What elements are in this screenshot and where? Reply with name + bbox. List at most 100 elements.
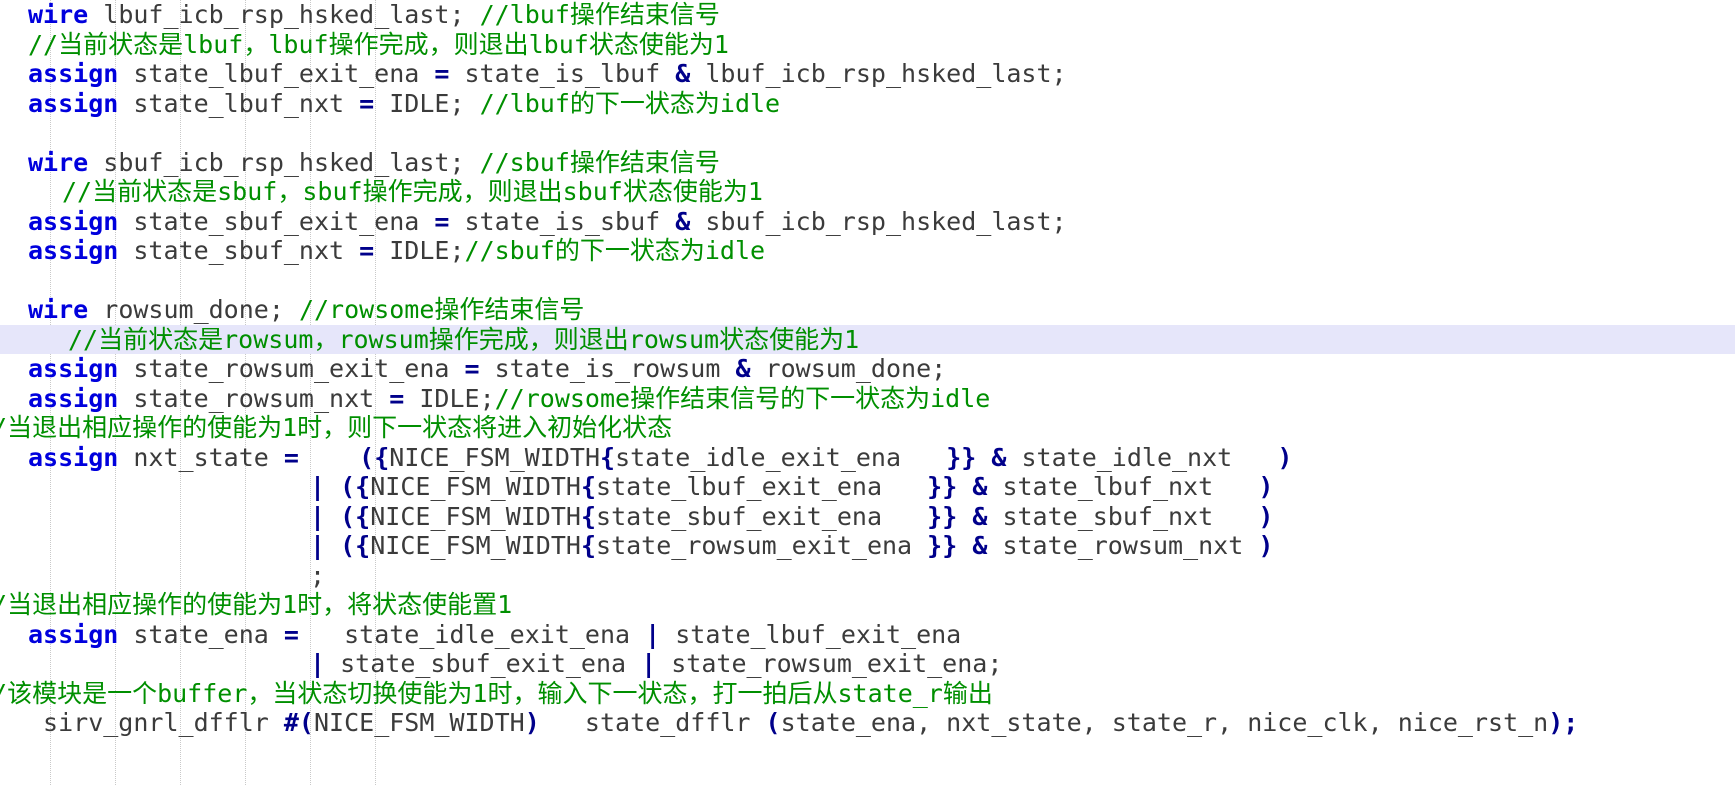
code-line[interactable]: wire sbuf_icb_rsp_hsked_last; //sbuf操作结束… xyxy=(0,148,1735,178)
code-token-id xyxy=(325,502,340,531)
code-token-cmt: //lbuf xyxy=(479,88,570,118)
code-token-cmt: 当退出相应操作的使能为 xyxy=(7,590,283,619)
code-token-id: state_idle_exit_ena xyxy=(298,619,646,649)
code-token-punct: ({ xyxy=(340,472,371,501)
code-token-id: state_rowsum_exit_ena; xyxy=(656,649,1003,678)
code-line[interactable]: assign state_ena = state_idle_exit_ena |… xyxy=(0,620,1735,650)
code-token-cmt: ， xyxy=(243,29,269,59)
code-token-id: state_rowsum_exit_ena xyxy=(596,531,928,560)
code-line[interactable]: wire lbuf_icb_rsp_hsked_last; //lbuf操作结束… xyxy=(0,0,1735,30)
code-token-id: state_rowsum_nxt xyxy=(118,383,390,413)
code-token-punct: ) xyxy=(1258,501,1274,531)
code-line[interactable]: assign state_rowsum_exit_ena = state_is_… xyxy=(0,354,1735,384)
code-line[interactable]: assign nxt_state = ({NICE_FSM_WIDTH{stat… xyxy=(0,443,1735,473)
code-line[interactable]: assign state_sbuf_nxt = IDLE;//sbuf的下一状态… xyxy=(0,236,1735,266)
code-token-kw: wire xyxy=(28,147,89,177)
code-line[interactable]: ; xyxy=(0,561,1735,591)
code-line[interactable]: | ({NICE_FSM_WIDTH{state_sbuf_exit_ena }… xyxy=(0,502,1735,532)
code-token-id xyxy=(325,472,340,501)
code-token-id: state_ena xyxy=(118,619,284,649)
code-line[interactable]: sirv_gnrl_dfflr #(NICE_FSM_WIDTH) state_… xyxy=(0,708,1735,738)
code-token-cmt: 操作结束信号 xyxy=(434,295,585,324)
code-line[interactable]: assign state_lbuf_exit_ena = state_is_lb… xyxy=(0,59,1735,89)
code-token-op: = xyxy=(434,59,450,88)
code-token-id: ; xyxy=(310,560,326,590)
code-token-cmt: //rowsome xyxy=(494,383,631,413)
code-token-id: state_sbuf_exit_ena xyxy=(118,206,435,236)
code-token-punct: { xyxy=(580,472,597,501)
code-token-cmt: 1 xyxy=(747,177,763,206)
code-line[interactable]: wire rowsum_done; //rowsome操作结束信号 xyxy=(0,295,1735,325)
code-token-cmt: //sbuf xyxy=(464,236,555,265)
code-token-cmt: 1 xyxy=(844,324,860,354)
code-token-cmt: 操作完成，则退出 xyxy=(328,29,529,59)
code-token-punct: ) xyxy=(1258,472,1274,501)
code-token-cmt: 时，则下一状态将进入初始化状态 xyxy=(297,413,673,442)
code-token-id: state_sbuf_exit_ena xyxy=(596,501,928,531)
code-token-cmt: //rowsome xyxy=(298,295,435,324)
code-token-kw: assign xyxy=(28,88,119,118)
code-token-id: state_rowsum_exit_ena xyxy=(118,354,465,383)
code-token-op: = xyxy=(389,383,405,413)
code-line[interactable]: | ({NICE_FSM_WIDTH{state_lbuf_exit_ena }… xyxy=(0,472,1735,502)
code-token-id: sbuf_icb_rsp_hsked_last; xyxy=(690,206,1067,236)
code-token-id: state_lbuf_exit_ena xyxy=(596,472,928,501)
code-token-cmt: //lbuf xyxy=(479,0,570,29)
code-token-punct: }} xyxy=(946,442,977,472)
code-token-id: nxt_state xyxy=(118,442,284,472)
code-line[interactable]: assign state_rowsum_nxt = IDLE;//rowsome… xyxy=(0,384,1735,414)
code-token-id: state_sbuf_exit_ena xyxy=(325,649,642,678)
code-token-cmt: buffer xyxy=(157,678,248,708)
code-token-kw: assign xyxy=(28,206,119,236)
code-token-cmt: // xyxy=(62,177,93,206)
code-token-id: state_is_sbuf xyxy=(449,206,676,236)
code-token-op: | xyxy=(310,501,326,531)
code-token-op: | xyxy=(310,649,326,678)
code-token-id: sirv_gnrl_dfflr xyxy=(28,708,284,737)
code-token-id xyxy=(957,472,972,501)
code-token-punct: { xyxy=(580,501,597,531)
code-token-id: state_idle_exit_ena xyxy=(615,442,947,472)
code-line[interactable]: assign state_sbuf_exit_ena = state_is_sb… xyxy=(0,207,1735,237)
code-token-cmt: rowsum xyxy=(338,324,429,354)
code-token-cmt: 操作完成，则退出 xyxy=(428,324,629,354)
code-token-id: state_rowsum_nxt xyxy=(987,531,1259,560)
code-token-id: state_sbuf_nxt xyxy=(987,501,1259,531)
code-token-id: state_lbuf_exit_ena xyxy=(660,619,962,649)
code-line[interactable]: | state_sbuf_exit_ena | state_rowsum_exi… xyxy=(0,649,1735,679)
code-token-punct: ({ xyxy=(359,442,390,472)
code-token-cmt: // xyxy=(68,324,99,354)
code-token-cmt: lbuf xyxy=(268,29,329,59)
code-line[interactable]: | ({NICE_FSM_WIDTH{state_rowsum_exit_ena… xyxy=(0,531,1735,561)
code-token-cmt: / xyxy=(0,413,7,442)
code-line[interactable] xyxy=(0,118,1735,148)
code-line[interactable] xyxy=(0,266,1735,296)
code-token-cmt: sbuf xyxy=(562,177,623,206)
code-line[interactable]: /当退出相应操作的使能为1时，将状态使能置1 xyxy=(0,590,1735,620)
code-token-id: state_sbuf_nxt xyxy=(118,236,360,265)
code-token-id: state_is_lbuf xyxy=(449,59,676,88)
code-token-cmt: / xyxy=(0,590,7,619)
code-token-cmt: rowsum xyxy=(223,324,314,354)
code-token-op: = xyxy=(434,206,450,236)
code-token-kw: wire xyxy=(28,295,89,324)
code-editor-viewport[interactable]: wire lbuf_icb_rsp_hsked_last; //lbuf操作结束… xyxy=(0,0,1735,785)
code-token-cmt: 的下一状态为 xyxy=(554,236,705,265)
code-line[interactable]: /当退出相应操作的使能为1时，则下一状态将进入初始化状态 xyxy=(0,413,1735,443)
code-line[interactable]: assign state_lbuf_nxt = IDLE; //lbuf的下一状… xyxy=(0,89,1735,119)
code-token-cmt: idle xyxy=(719,88,781,118)
code-token-id xyxy=(325,531,340,560)
code-token-cmt: lbuf xyxy=(183,29,244,59)
code-line[interactable]: //当前状态是sbuf，sbuf操作完成，则退出sbuf状态使能为1 xyxy=(0,177,1735,207)
code-token-cmt: rowsum xyxy=(628,324,720,354)
code-token-id: state_idle_nxt xyxy=(1006,442,1278,472)
code-token-punct: ) xyxy=(524,708,540,737)
code-line[interactable]: /该模块是一个buffer，当状态切换使能为1时，输入下一状态，打一拍后从sta… xyxy=(0,679,1735,709)
code-token-cmt: lbuf xyxy=(528,29,589,59)
code-line-current[interactable]: //当前状态是rowsum，rowsum操作完成，则退出rowsum状态使能为1 xyxy=(0,324,1735,354)
code-token-id: state_dfflr xyxy=(539,708,766,737)
code-token-cmt: 操作完成，则退出 xyxy=(362,177,563,206)
code-token-cmt: state_r xyxy=(837,678,943,708)
code-token-op: | xyxy=(645,619,661,649)
code-line[interactable]: //当前状态是lbuf，lbuf操作完成，则退出lbuf状态使能为1 xyxy=(0,30,1735,60)
